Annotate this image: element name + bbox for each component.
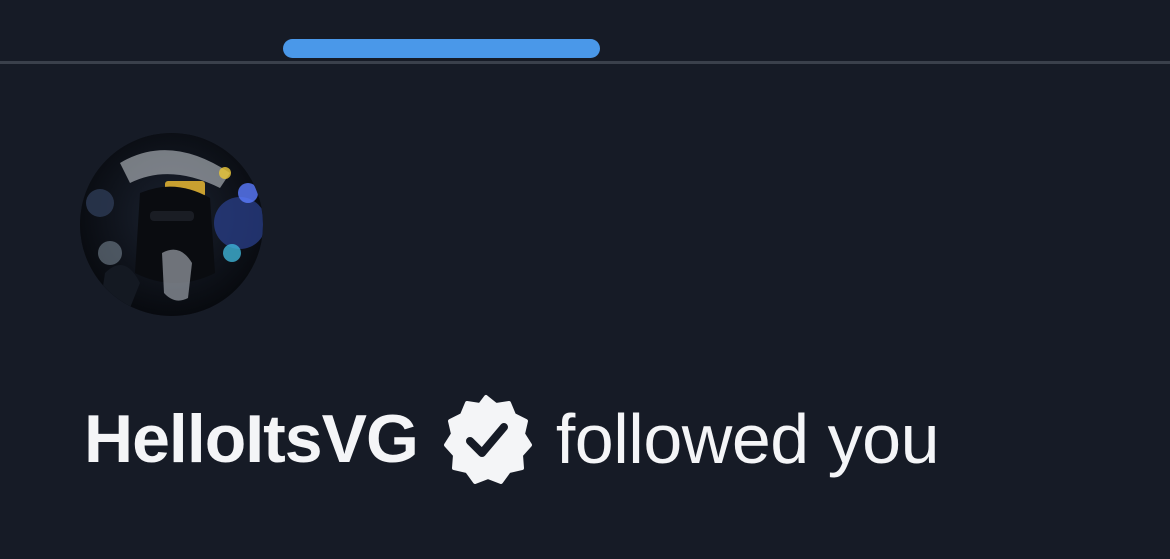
avatar[interactable] [80,133,263,316]
follow-notification[interactable]: HelloItsVG followed you [0,64,1170,559]
action-text: followed you [555,400,940,478]
active-tab-indicator[interactable] [283,39,600,58]
username-link[interactable]: HelloItsVG [84,400,419,478]
tab-bar [0,0,1170,64]
notification-text: HelloItsVG followed you [84,395,940,484]
verified-badge-icon [438,391,534,487]
